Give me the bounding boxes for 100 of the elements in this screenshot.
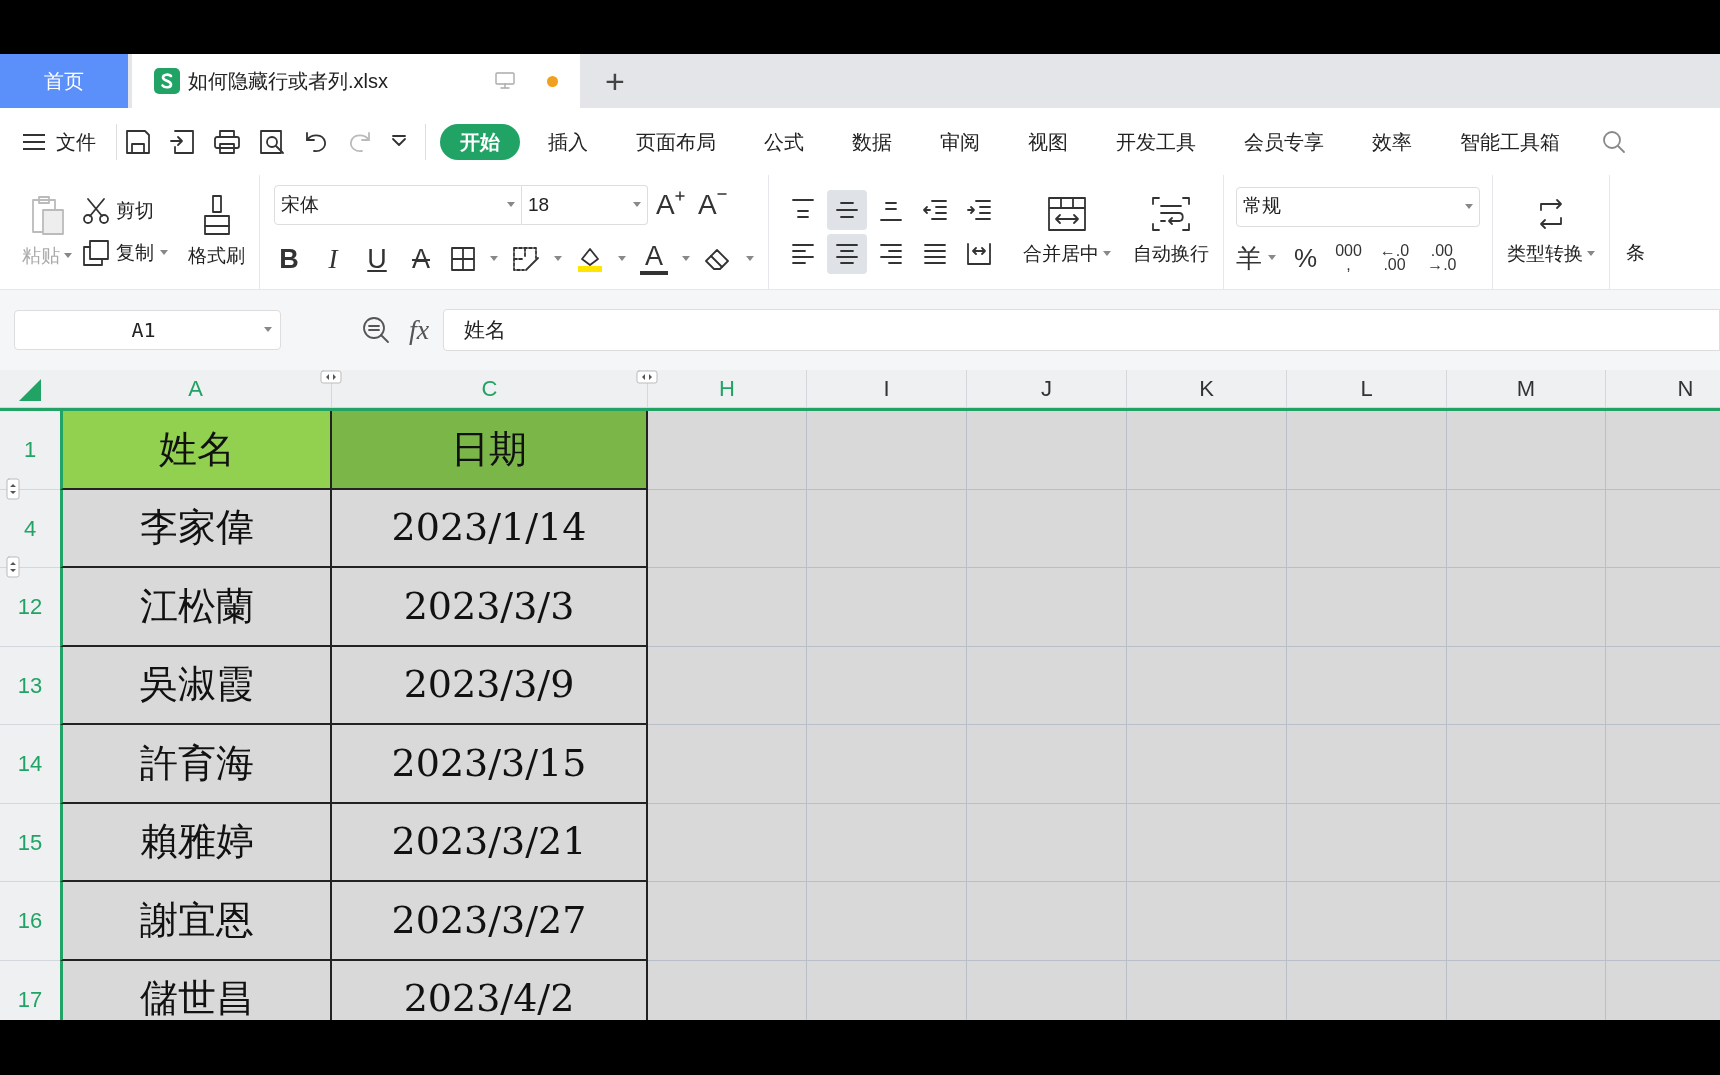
table-cell[interactable]: 姓名 [60,411,332,490]
search-icon[interactable] [1602,129,1626,154]
caret-icon[interactable] [490,256,498,262]
table-cell[interactable]: 日期 [332,411,648,490]
caret-icon[interactable] [507,201,515,208]
more-caret-icon[interactable] [391,134,407,149]
center-align-icon [834,241,860,267]
outdent-align-icon [922,197,948,223]
format-painter-button[interactable]: 格式刷 [188,193,245,271]
ribbon-tab[interactable]: 视图 [1008,123,1088,160]
column-header[interactable]: K [1199,372,1214,405]
wrap-text-button[interactable]: 自动换行 [1133,195,1209,269]
column-header[interactable]: I [883,372,890,405]
percent-button[interactable]: % [1294,238,1318,278]
ribbon-tab[interactable]: 页面布局 [616,123,736,160]
table-cell[interactable]: 許育海 [60,725,332,804]
bold-button[interactable]: B [274,238,304,280]
formula-field[interactable]: 姓名 [443,309,1720,351]
font-color-button[interactable]: A [640,243,668,275]
caret-icon[interactable] [1103,251,1111,257]
hidden-rows-icon[interactable] [6,477,20,500]
column-header[interactable]: J [1041,372,1052,405]
caret-icon[interactable] [264,327,272,333]
font-size-field[interactable]: 18 [522,184,648,225]
justify-align-icon [922,241,948,267]
number-format-field[interactable]: 常规 [1236,186,1480,227]
decimal-button[interactable]: 000 , [1335,244,1362,272]
strike-button[interactable]: A [406,238,436,280]
function-label[interactable]: fx [409,309,430,351]
hidden-columns-icon[interactable] [636,370,658,384]
caret-icon[interactable] [1587,251,1595,257]
table-cell[interactable]: 江松蘭 [60,568,332,647]
table-cell[interactable]: 吳淑霞 [60,646,332,725]
table-cell[interactable]: 2023/1/14 [332,489,648,568]
table-cell[interactable]: 2023/3/21 [332,803,648,882]
table-cell[interactable]: 2023/3/9 [332,646,648,725]
conditional-format-label[interactable]: 条 [1626,238,1645,267]
caret-icon[interactable] [1268,255,1276,261]
ribbon-tab[interactable]: 公式 [744,123,824,160]
copy-icon [82,239,110,268]
caret-icon[interactable] [633,201,641,208]
table-cell[interactable]: 儲世昌 [60,960,332,1020]
align-middle-button[interactable] [827,190,867,230]
copy-button[interactable]: 复制 [82,239,168,268]
table-cell[interactable]: 2023/3/3 [332,568,648,647]
ribbon-tab[interactable]: 审阅 [920,123,1000,160]
file-menu[interactable]: 文件 [22,126,108,157]
column-header[interactable]: N [1677,372,1694,405]
ribbon-tab[interactable]: 会员专享 [1224,123,1344,160]
convert-type-button[interactable]: 类型转换 [1507,195,1595,269]
decimal-button[interactable]: ←.0 .00 [1379,244,1410,272]
cut-button[interactable]: 剪切 [82,196,168,225]
table-cell[interactable]: 賴雅婷 [60,803,332,882]
shrink-font-button[interactable]: A [698,190,732,219]
monitor-icon [495,72,515,90]
table-cell[interactable]: 李家偉 [60,489,332,568]
preview-icon[interactable] [259,128,285,155]
column-header[interactable]: M [1516,372,1536,405]
export-icon[interactable] [169,128,195,155]
ribbon-tab[interactable]: 插入 [528,123,608,160]
cell-style-icon[interactable] [512,246,540,272]
caret-icon[interactable] [1465,203,1473,210]
distribute-align-icon [966,241,992,267]
redo-icon[interactable] [347,129,373,154]
table-cell[interactable]: 2023/3/27 [332,882,648,961]
zoom-icon[interactable] [361,315,391,345]
align-center-button[interactable] [827,234,867,274]
caret-icon[interactable] [682,256,690,262]
caret-icon[interactable] [554,256,562,262]
ribbon-tab[interactable]: 效率 [1352,123,1432,160]
column-header[interactable]: L [1360,372,1373,405]
hidden-rows-icon[interactable] [6,556,20,578]
name-box[interactable]: A1 [14,310,281,350]
save-icon[interactable] [125,128,151,155]
decimal-button[interactable]: .00 →.0 [1427,244,1457,272]
merge-cells-icon [1047,195,1087,232]
merge-center-button[interactable]: 合并居中 [1023,195,1111,269]
currency-button[interactable]: 羊 [1236,238,1276,278]
eraser-icon[interactable] [704,247,732,271]
caret-icon[interactable] [746,256,754,262]
underline-button[interactable]: U [362,238,392,280]
grow-font-button[interactable]: A [656,190,690,219]
ribbon-tab[interactable]: 智能工具箱 [1440,123,1580,160]
select-all-icon[interactable] [19,379,41,401]
new-tab-button[interactable]: + [580,54,650,108]
print-icon[interactable] [213,128,241,155]
borders-icon[interactable] [450,246,476,272]
font-name-field[interactable]: 宋体 [274,184,522,225]
caret-icon[interactable] [160,250,168,257]
caret-icon[interactable] [618,256,626,262]
hidden-columns-icon[interactable] [320,370,342,384]
table-cell[interactable]: 2023/3/15 [332,725,648,804]
fill-color-icon[interactable] [576,245,604,273]
table-cell[interactable]: 2023/4/2 [332,960,648,1020]
italic-button[interactable]: I [318,238,348,280]
undo-icon[interactable] [303,129,329,154]
file-tab[interactable]: 如何隐藏行或者列.xlsx [132,54,580,108]
ribbon-tab[interactable]: 开发工具 [1096,123,1216,160]
table-cell[interactable]: 謝宜恩 [60,882,332,961]
ribbon-tab[interactable]: 数据 [832,123,912,160]
